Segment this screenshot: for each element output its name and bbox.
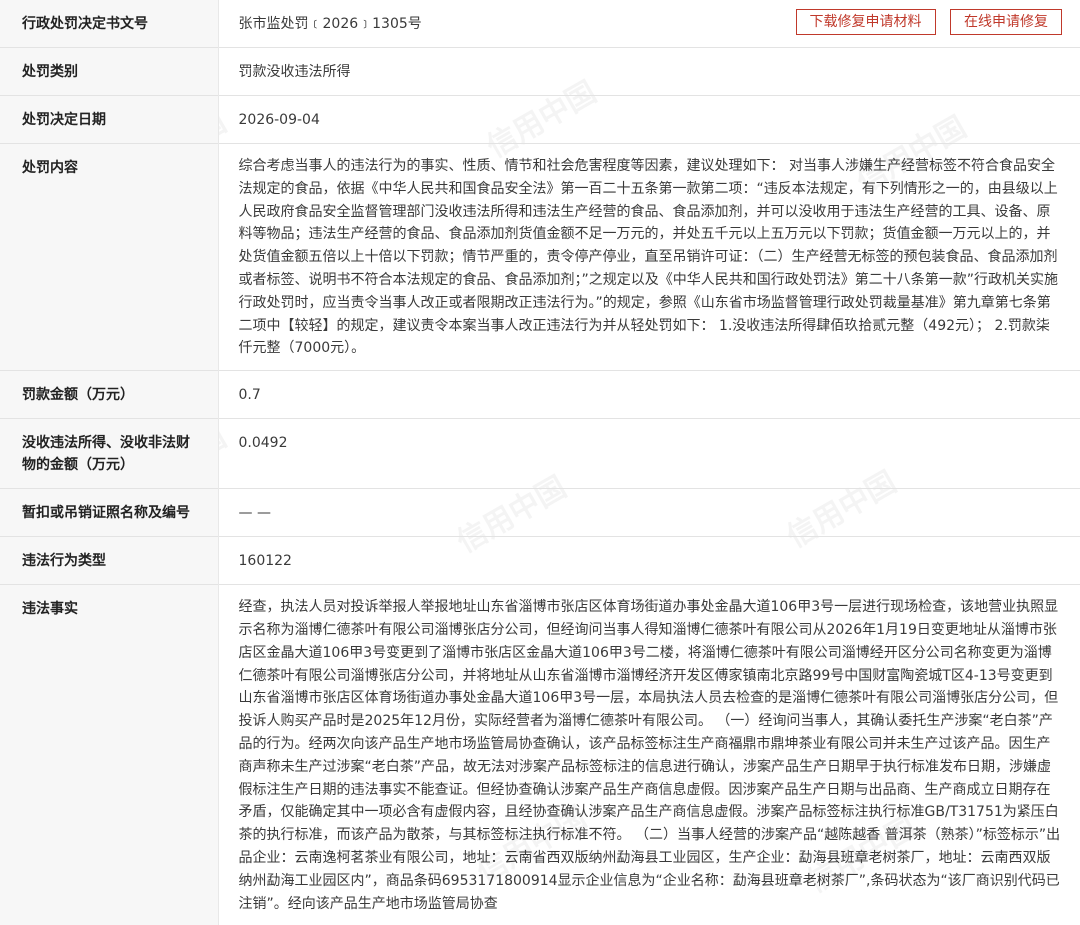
- row-date: 处罚决定日期 2026-09-04: [0, 95, 1080, 144]
- label-facts: 违法事实: [0, 584, 219, 925]
- value-confiscation: 0.0492: [218, 418, 1080, 489]
- row-violation-type: 违法行为类型 160122: [0, 536, 1080, 585]
- row-category: 处罚类别 罚款没收违法所得: [0, 47, 1080, 96]
- label-confiscation: 没收违法所得、没收非法财物的金额（万元）: [0, 418, 219, 489]
- row-fine: 罚款金额（万元） 0.7: [0, 370, 1080, 419]
- row-confiscation: 没收违法所得、没收非法财物的金额（万元） 0.0492: [0, 418, 1080, 489]
- doc-no-text: 张市监处罚﹝2026﹞1305号: [238, 16, 422, 32]
- row-doc-no: 行政处罚决定书文号 下载修复申请材料 在线申请修复 张市监处罚﹝2026﹞130…: [0, 0, 1080, 48]
- online-repair-button[interactable]: 在线申请修复: [950, 9, 1062, 35]
- label-date: 处罚决定日期: [0, 95, 219, 144]
- value-facts: 经查，执法人员对投诉举报人举报地址山东省淄博市张店区体育场街道办事处金晶大道10…: [218, 584, 1080, 925]
- action-buttons: 下载修复申请材料 在线申请修复: [786, 9, 1062, 35]
- value-content: 综合考虑当事人的违法行为的事实、性质、情节和社会危害程度等因素，建议处理如下： …: [218, 142, 1080, 371]
- label-fine: 罚款金额（万元）: [0, 370, 219, 419]
- row-content: 处罚内容 综合考虑当事人的违法行为的事实、性质、情节和社会危害程度等因素，建议处…: [0, 142, 1080, 371]
- label-doc-no: 行政处罚决定书文号: [0, 0, 219, 48]
- value-date: 2026-09-04: [218, 95, 1080, 144]
- value-violation-type: 160122: [218, 536, 1080, 585]
- row-license: 暂扣或吊销证照名称及编号 — —: [0, 488, 1080, 537]
- value-category: 罚款没收违法所得: [218, 47, 1080, 96]
- label-violation-type: 违法行为类型: [0, 536, 219, 585]
- label-category: 处罚类别: [0, 47, 219, 96]
- download-repair-materials-button[interactable]: 下载修复申请材料: [795, 9, 936, 35]
- value-license: — —: [218, 488, 1080, 537]
- value-fine: 0.7: [218, 370, 1080, 419]
- row-facts: 违法事实 经查，执法人员对投诉举报人举报地址山东省淄博市张店区体育场街道办事处金…: [0, 584, 1080, 925]
- value-doc-no: 下载修复申请材料 在线申请修复 张市监处罚﹝2026﹞1305号: [218, 0, 1080, 48]
- label-content: 处罚内容: [0, 142, 219, 371]
- penalty-info-table: 行政处罚决定书文号 下载修复申请材料 在线申请修复 张市监处罚﹝2026﹞130…: [0, 0, 1080, 925]
- label-license: 暂扣或吊销证照名称及编号: [0, 488, 219, 537]
